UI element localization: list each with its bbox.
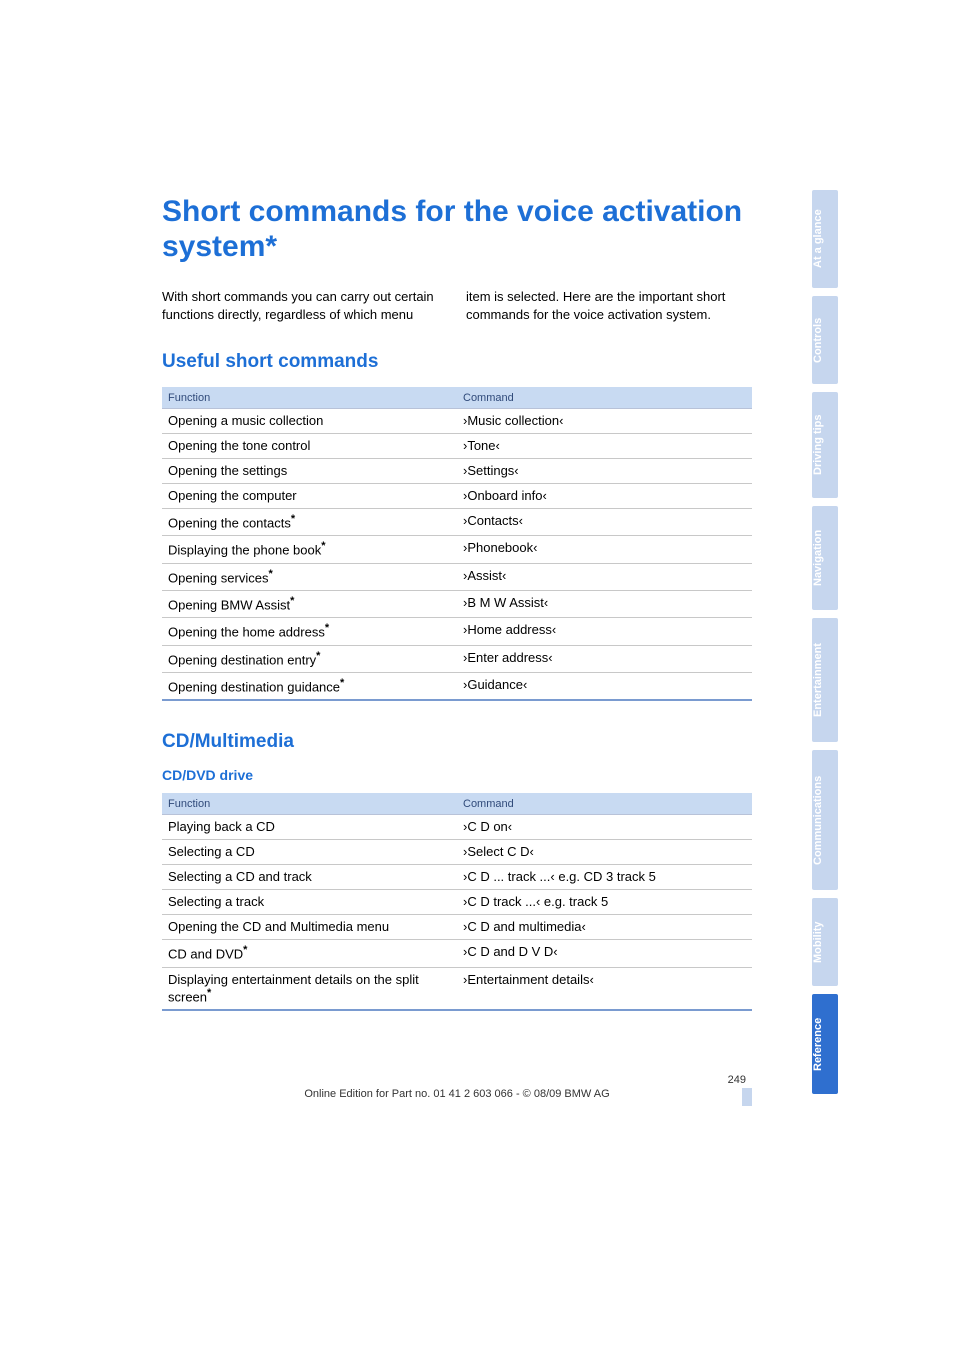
side-tab[interactable]: At a glance: [812, 190, 838, 288]
table-row: Playing back a CD›C D on‹: [162, 815, 752, 840]
function-cell: Opening the settings: [162, 459, 457, 484]
table-row: Opening a music collection›Music collect…: [162, 409, 752, 434]
function-cell: Playing back a CD: [162, 815, 457, 840]
function-cell: Opening destination guidance*: [162, 673, 457, 701]
section-heading-useful: Useful short commands: [162, 351, 752, 373]
table-row: Opening the tone control›Tone‹: [162, 434, 752, 459]
function-cell: Opening services*: [162, 563, 457, 590]
page-title: Short commands for the voice activation …: [162, 195, 752, 264]
function-cell: CD and DVD*: [162, 940, 457, 967]
table-row: Selecting a CD›Select C D‹: [162, 840, 752, 865]
col-header-command: Command: [457, 793, 752, 815]
command-cell: ›Assist‹: [457, 563, 752, 590]
table-row: Opening the CD and Multimedia menu›C D a…: [162, 915, 752, 940]
command-cell: ›Guidance‹: [457, 673, 752, 701]
side-tab[interactable]: Communications: [812, 750, 838, 890]
function-cell: Opening the home address*: [162, 618, 457, 645]
command-cell: ›Music collection‹: [457, 409, 752, 434]
command-cell: ›Enter address‹: [457, 645, 752, 672]
intro-left: With short commands you can carry out ce…: [162, 288, 448, 323]
table-row: Opening BMW Assist*›B M W Assist‹: [162, 591, 752, 618]
command-cell: ›C D on‹: [457, 815, 752, 840]
page-number: 249: [162, 1074, 752, 1086]
command-cell: ›Select C D‹: [457, 840, 752, 865]
useful-commands-tbody: Opening a music collection›Music collect…: [162, 409, 752, 701]
command-cell: ›Home address‹: [457, 618, 752, 645]
useful-commands-table: Function Command Opening a music collect…: [162, 387, 752, 701]
asterisk-icon: *: [290, 595, 294, 607]
command-cell: ›C D ... track ...‹ e.g. CD 3 track 5: [457, 865, 752, 890]
section-heading-cdmm: CD/Multimedia: [162, 731, 752, 753]
command-cell: ›Settings‹: [457, 459, 752, 484]
col-header-function: Function: [162, 793, 457, 815]
function-cell: Selecting a CD and track: [162, 865, 457, 890]
side-tabs: At a glance Controls Driving tips Navigatio…: [812, 190, 838, 1094]
asterisk-icon: *: [325, 622, 329, 634]
side-tab[interactable]: Entertainment: [812, 618, 838, 742]
function-cell: Selecting a track: [162, 890, 457, 915]
side-tab[interactable]: Controls: [812, 296, 838, 384]
command-cell: ›C D and D V D‹: [457, 940, 752, 967]
function-cell: Displaying entertainment details on the …: [162, 967, 457, 1010]
function-cell: Selecting a CD: [162, 840, 457, 865]
cddvd-tbody: Playing back a CD›C D on‹Selecting a CD›…: [162, 815, 752, 1010]
asterisk-icon: *: [268, 568, 272, 580]
asterisk-icon: *: [243, 944, 247, 956]
side-tab[interactable]: Reference: [812, 994, 838, 1094]
table-row: Opening destination entry*›Enter address…: [162, 645, 752, 672]
intro-columns: With short commands you can carry out ce…: [162, 288, 752, 323]
command-cell: ›Contacts‹: [457, 509, 752, 536]
intro-right: item is selected. Here are the important…: [466, 288, 752, 323]
table-row: Opening the computer›Onboard info‹: [162, 484, 752, 509]
footer-accent-bar: [742, 1088, 752, 1106]
table-row: Opening destination guidance*›Guidance‹: [162, 673, 752, 701]
asterisk-icon: *: [291, 513, 295, 525]
command-cell: ›B M W Assist‹: [457, 591, 752, 618]
col-header-command: Command: [457, 387, 752, 409]
asterisk-icon: *: [340, 677, 344, 689]
table-row: CD and DVD*›C D and D V D‹: [162, 940, 752, 967]
asterisk-icon: *: [207, 987, 211, 999]
table-row: Selecting a CD and track›C D ... track .…: [162, 865, 752, 890]
table-row: Opening the contacts*›Contacts‹: [162, 509, 752, 536]
command-cell: ›Phonebook‹: [457, 536, 752, 563]
function-cell: Opening BMW Assist*: [162, 591, 457, 618]
command-cell: ›Onboard info‹: [457, 484, 752, 509]
command-cell: ›Entertainment details‹: [457, 967, 752, 1010]
side-tab[interactable]: Driving tips: [812, 392, 838, 498]
table-row: Displaying entertainment details on the …: [162, 967, 752, 1010]
side-tab[interactable]: Mobility: [812, 898, 838, 986]
edition-line: Online Edition for Part no. 01 41 2 603 …: [162, 1088, 752, 1100]
table-row: Opening services*›Assist‹: [162, 563, 752, 590]
col-header-function: Function: [162, 387, 457, 409]
page-footer: 249 Online Edition for Part no. 01 41 2 …: [162, 1074, 752, 1100]
function-cell: Opening the tone control: [162, 434, 457, 459]
subsection-heading-cddvd: CD/DVD drive: [162, 767, 752, 783]
page: Short commands for the voice activation …: [0, 0, 954, 1350]
command-cell: ›C D track ...‹ e.g. track 5: [457, 890, 752, 915]
function-cell: Opening the contacts*: [162, 509, 457, 536]
cddvd-table: Function Command Playing back a CD›C D o…: [162, 793, 752, 1011]
asterisk-icon: *: [316, 650, 320, 662]
table-row: Selecting a track›C D track ...‹ e.g. tr…: [162, 890, 752, 915]
table-row: Opening the home address*›Home address‹: [162, 618, 752, 645]
function-cell: Opening the computer: [162, 484, 457, 509]
command-cell: ›Tone‹: [457, 434, 752, 459]
table-row: Opening the settings›Settings‹: [162, 459, 752, 484]
function-cell: Opening the CD and Multimedia menu: [162, 915, 457, 940]
function-cell: Opening destination entry*: [162, 645, 457, 672]
content-area: Short commands for the voice activation …: [162, 195, 752, 1041]
side-tab[interactable]: Navigation: [812, 506, 838, 610]
function-cell: Displaying the phone book*: [162, 536, 457, 563]
command-cell: ›C D and multimedia‹: [457, 915, 752, 940]
function-cell: Opening a music collection: [162, 409, 457, 434]
asterisk-icon: *: [321, 540, 325, 552]
table-row: Displaying the phone book*›Phonebook‹: [162, 536, 752, 563]
